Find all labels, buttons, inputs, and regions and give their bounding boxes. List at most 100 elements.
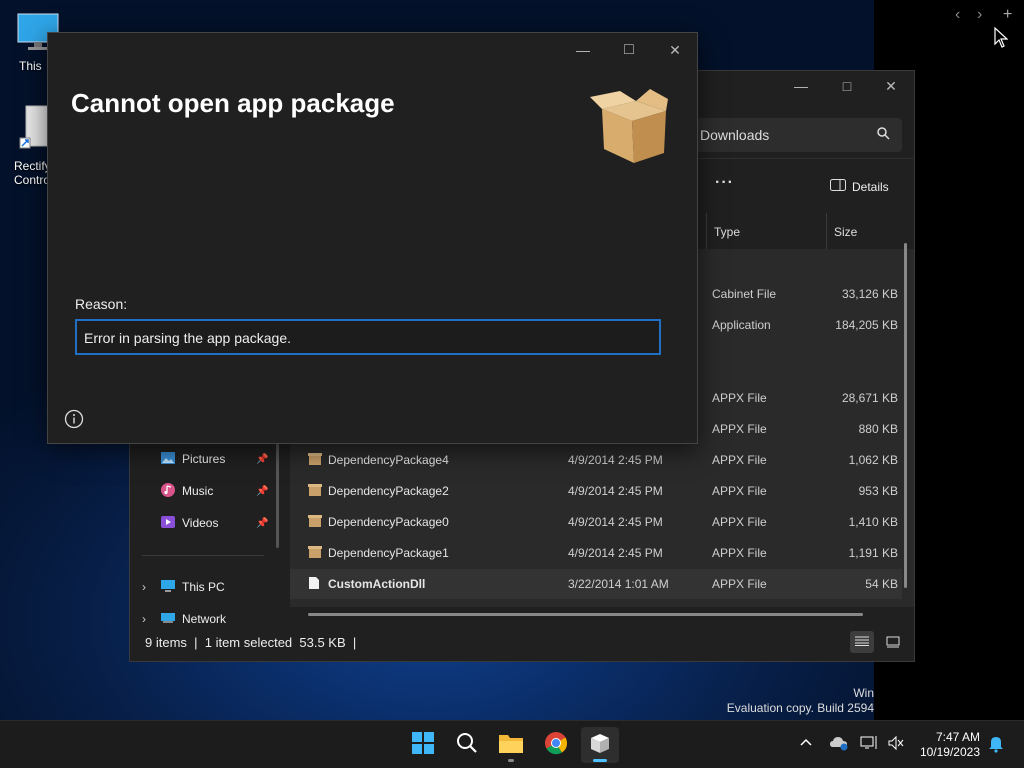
file-type: APPX File — [712, 422, 767, 436]
volume-muted-icon[interactable] — [887, 735, 905, 756]
watermark-line-2: Evaluation copy. Build 2594 — [726, 701, 874, 715]
search-box-text: Downloads — [700, 127, 770, 143]
network-status-icon[interactable] — [860, 735, 878, 756]
nav-item-this-pc[interactable]: This PC — [160, 576, 225, 598]
file-icon — [308, 576, 320, 593]
file-date: 4/9/2014 2:45 PM — [568, 453, 663, 467]
active-indicator — [593, 759, 607, 762]
nav-item-music[interactable]: Music — [160, 480, 213, 502]
taskbar-search-button[interactable] — [448, 727, 486, 763]
file-size: 184,205 KB — [835, 318, 898, 332]
network-icon — [160, 611, 176, 628]
nav-label: Music — [182, 484, 214, 498]
explorer-minimize-button[interactable]: — — [778, 71, 824, 101]
details-pane-icon — [830, 179, 846, 194]
app-installer-error-dialog: — □ ✕ Cannot open app package Reason: Er… — [47, 32, 698, 444]
file-type: Application — [712, 318, 771, 332]
package-icon — [308, 514, 322, 531]
file-name: DependencyPackage0 — [328, 515, 449, 529]
running-indicator — [508, 759, 514, 762]
file-type: APPX File — [712, 391, 767, 405]
large-icons-view-button[interactable] — [886, 635, 900, 653]
file-type: Cabinet File — [712, 287, 777, 301]
file-type: APPX File — [712, 453, 767, 467]
forward-arrow-icon[interactable]: › — [977, 6, 982, 24]
search-icon — [456, 732, 478, 759]
desktop-icon-label: This PC — [19, 59, 45, 73]
nav-item-network[interactable]: Network — [160, 608, 226, 630]
nav-label: This PC — [182, 580, 225, 594]
file-type: APPX File — [712, 577, 767, 591]
file-row[interactable]: DependencyPackage2 4/9/2014 2:45 PM APPX… — [290, 476, 902, 506]
folder-icon — [498, 732, 524, 759]
more-options-button[interactable]: ··· — [715, 174, 734, 192]
nav-item-pictures[interactable]: Pictures — [160, 448, 225, 470]
chevron-right-icon[interactable]: › — [142, 580, 146, 594]
explorer-address-search-box[interactable]: Downloads — [690, 118, 902, 152]
explorer-maximize-button[interactable]: □ — [824, 71, 870, 101]
app-installer-icon — [588, 731, 612, 760]
reason-label: Reason: — [75, 296, 128, 312]
dialog-title: Cannot open app package — [71, 88, 395, 118]
nav-label: Videos — [182, 516, 219, 530]
desktop-icon-label: Rectify11 Control — [14, 159, 50, 187]
file-size: 953 KB — [858, 484, 898, 498]
new-tab-icon[interactable]: + — [1003, 6, 1012, 24]
column-type[interactable]: Type — [706, 213, 826, 249]
status-bar-text: 9 items | 1 item selected 53.5 KB | — [145, 635, 357, 650]
file-date: 4/9/2014 2:45 PM — [568, 484, 663, 498]
notification-bell-icon[interactable] — [988, 735, 1004, 758]
file-date: 4/9/2014 2:45 PM — [568, 546, 663, 560]
column-size[interactable]: Size — [826, 213, 914, 249]
explorer-close-button[interactable]: ✕ — [868, 71, 914, 101]
file-list-horizontal-scrollbar[interactable] — [308, 613, 863, 616]
file-date: 4/9/2014 2:45 PM — [568, 515, 663, 529]
file-row[interactable]: DependencyPackage1 4/9/2014 2:45 PM APPX… — [290, 538, 902, 568]
file-row[interactable]: DependencyPackage4 4/9/2014 2:45 PM APPX… — [290, 445, 902, 475]
file-date: 3/22/2014 1:01 AM — [568, 577, 669, 591]
file-name: DependencyPackage2 — [328, 484, 449, 498]
chevron-right-icon[interactable]: › — [142, 612, 146, 626]
start-icon — [411, 731, 435, 760]
nav-divider — [142, 555, 264, 556]
pin-icon: 📌 — [256, 454, 269, 465]
file-list-vertical-scrollbar[interactable] — [904, 243, 907, 588]
details-view-button[interactable] — [850, 631, 874, 653]
evaluation-watermark: Win Evaluation copy. Build 2594 — [727, 686, 874, 716]
dialog-maximize-button[interactable]: □ — [606, 35, 652, 65]
music-icon — [160, 482, 176, 501]
nav-item-videos[interactable]: Videos — [160, 512, 218, 534]
file-type: APPX File — [712, 546, 767, 560]
search-icon[interactable] — [876, 126, 890, 143]
file-size: 880 KB — [858, 422, 898, 436]
tile-view-icon — [886, 635, 900, 652]
dialog-minimize-button[interactable]: — — [560, 35, 606, 65]
details-pane-button[interactable]: Details — [830, 179, 889, 194]
chevron-up-icon[interactable] — [799, 735, 813, 754]
file-name: DependencyPackage4 — [328, 453, 449, 467]
pin-icon: 📌 — [256, 518, 269, 529]
list-view-icon — [855, 633, 869, 651]
start-button[interactable] — [404, 727, 442, 763]
taskbar-clock[interactable]: 7:47 AM 10/19/2023 — [920, 730, 980, 760]
taskbar-file-explorer[interactable] — [492, 727, 530, 763]
clock-date: 10/19/2023 — [919, 745, 980, 759]
package-box-icon — [588, 85, 670, 172]
details-label: Details — [852, 179, 889, 194]
watermark-line-1: Win — [853, 686, 874, 700]
pin-icon: 📌 — [256, 486, 269, 497]
dialog-close-button[interactable]: ✕ — [652, 35, 698, 65]
package-icon — [308, 452, 322, 469]
reason-text-box[interactable]: Error in parsing the app package. — [75, 319, 661, 355]
info-icon[interactable] — [64, 409, 84, 434]
file-size: 33,126 KB — [841, 287, 898, 301]
file-size: 1,062 KB — [848, 453, 898, 467]
onedrive-icon[interactable] — [829, 735, 849, 756]
package-icon — [308, 545, 322, 562]
taskbar-chrome[interactable] — [537, 727, 575, 763]
file-row[interactable]: DependencyPackage0 4/9/2014 2:45 PM APPX… — [290, 507, 902, 537]
taskbar-app-installer[interactable] — [581, 727, 619, 763]
file-row-selected[interactable]: CustomActionDll 3/22/2014 1:01 AM APPX F… — [290, 569, 902, 599]
nav-label: Network — [182, 612, 227, 626]
back-arrow-icon[interactable]: ‹ — [955, 6, 960, 24]
